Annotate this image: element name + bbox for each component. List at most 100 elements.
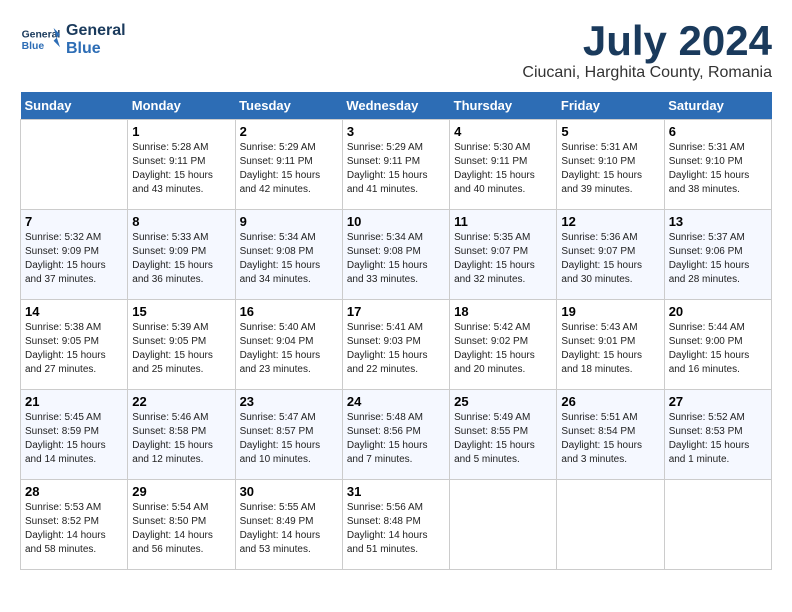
- svg-text:General: General: [22, 30, 60, 41]
- calendar-cell: 6 Sunrise: 5:31 AMSunset: 9:10 PMDaylight…: [664, 120, 771, 210]
- day-info: Sunrise: 5:30 AMSunset: 9:11 PMDaylight:…: [454, 141, 552, 197]
- calendar-cell: 4 Sunrise: 5:30 AMSunset: 9:11 PMDaylight…: [450, 120, 557, 210]
- calendar-week-row: 28Sunrise: 5:53 AMSunset: 8:52 PMDayligh…: [21, 480, 772, 570]
- calendar-cell: 20Sunrise: 5:44 AMSunset: 9:00 PMDayligh…: [664, 300, 771, 390]
- day-info: Sunrise: 5:53 AMSunset: 8:52 PMDaylight:…: [25, 501, 123, 557]
- day-number: 24: [347, 394, 445, 409]
- calendar-header-row: SundayMondayTuesdayWednesdayThursdayFrid…: [21, 92, 772, 120]
- day-info: Sunrise: 5:35 AMSunset: 9:07 PMDaylight:…: [454, 231, 552, 287]
- day-number: 27: [669, 394, 767, 409]
- calendar-cell: 18 Sunrise: 5:42 AMSunset: 9:02 PMDayligh…: [450, 300, 557, 390]
- day-number: 16: [240, 304, 338, 319]
- day-number: 4: [454, 124, 552, 139]
- day-number: 3: [347, 124, 445, 139]
- calendar-cell: 10Sunrise: 5:34 AMSunset: 9:08 PMDayligh…: [342, 210, 449, 300]
- day-number: 21: [25, 394, 123, 409]
- calendar-cell: 17Sunrise: 5:41 AMSunset: 9:03 PMDayligh…: [342, 300, 449, 390]
- month-title: July 2024: [522, 20, 772, 62]
- day-info: Sunrise: 5:28 AMSunset: 9:11 PMDaylight:…: [132, 141, 230, 197]
- calendar-week-row: 1 Sunrise: 5:28 AMSunset: 9:11 PMDaylight…: [21, 120, 772, 210]
- day-number: 8: [132, 214, 230, 229]
- day-number: 6: [669, 124, 767, 139]
- calendar-cell: 25Sunrise: 5:49 AMSunset: 8:55 PMDayligh…: [450, 390, 557, 480]
- calendar-cell: 28Sunrise: 5:53 AMSunset: 8:52 PMDayligh…: [21, 480, 128, 570]
- day-info: Sunrise: 5:46 AMSunset: 8:58 PMDaylight:…: [132, 411, 230, 467]
- weekday-header-sunday: Sunday: [21, 92, 128, 120]
- day-number: 18: [454, 304, 552, 319]
- calendar-cell: [557, 480, 664, 570]
- calendar-cell: 14 Sunrise: 5:38 AMSunset: 9:05 PMDayligh…: [21, 300, 128, 390]
- day-number: 7: [25, 214, 123, 229]
- calendar-cell: 12 Sunrise: 5:36 AMSunset: 9:07 PMDayligh…: [557, 210, 664, 300]
- day-number: 1: [132, 124, 230, 139]
- day-info: Sunrise: 5:54 AMSunset: 8:50 PMDaylight:…: [132, 501, 230, 557]
- calendar-cell: 19 Sunrise: 5:43 AMSunset: 9:01 PMDayligh…: [557, 300, 664, 390]
- day-number: 23: [240, 394, 338, 409]
- day-info: Sunrise: 5:31 AMSunset: 9:10 PMDaylight:…: [561, 141, 659, 197]
- day-number: 11: [454, 214, 552, 229]
- day-number: 26: [561, 394, 659, 409]
- day-info: Sunrise: 5:37 AMSunset: 9:06 PMDaylight:…: [669, 231, 767, 287]
- day-info: Sunrise: 5:42 AMSunset: 9:02 PMDaylight:…: [454, 321, 552, 377]
- logo-blue: Blue: [66, 40, 126, 58]
- day-info: Sunrise: 5:52 AMSunset: 8:53 PMDaylight:…: [669, 411, 767, 467]
- calendar-cell: 24 Sunrise: 5:48 AMSunset: 8:56 PMDayligh…: [342, 390, 449, 480]
- calendar-cell: 2 Sunrise: 5:29 AMSunset: 9:11 PMDaylight…: [235, 120, 342, 210]
- day-info: Sunrise: 5:47 AMSunset: 8:57 PMDaylight:…: [240, 411, 338, 467]
- weekday-header-wednesday: Wednesday: [342, 92, 449, 120]
- day-number: 12: [561, 214, 659, 229]
- day-info: Sunrise: 5:38 AMSunset: 9:05 PMDaylight:…: [25, 321, 123, 377]
- day-info: Sunrise: 5:33 AMSunset: 9:09 PMDaylight:…: [132, 231, 230, 287]
- calendar-cell: [450, 480, 557, 570]
- day-number: 29: [132, 484, 230, 499]
- day-number: 15: [132, 304, 230, 319]
- calendar-week-row: 21Sunrise: 5:45 AMSunset: 8:59 PMDayligh…: [21, 390, 772, 480]
- day-info: Sunrise: 5:31 AMSunset: 9:10 PMDaylight:…: [669, 141, 767, 197]
- title-section: July 2024 Ciucani, Harghita County, Roma…: [522, 20, 772, 82]
- day-info: Sunrise: 5:39 AMSunset: 9:05 PMDaylight:…: [132, 321, 230, 377]
- weekday-header-friday: Friday: [557, 92, 664, 120]
- day-info: Sunrise: 5:29 AMSunset: 9:11 PMDaylight:…: [240, 141, 338, 197]
- calendar-cell: 16 Sunrise: 5:40 AMSunset: 9:04 PMDayligh…: [235, 300, 342, 390]
- weekday-header-saturday: Saturday: [664, 92, 771, 120]
- calendar-cell: 29 Sunrise: 5:54 AMSunset: 8:50 PMDayligh…: [128, 480, 235, 570]
- day-info: Sunrise: 5:29 AMSunset: 9:11 PMDaylight:…: [347, 141, 445, 197]
- weekday-header-monday: Monday: [128, 92, 235, 120]
- calendar-cell: 31 Sunrise: 5:56 AMSunset: 8:48 PMDayligh…: [342, 480, 449, 570]
- calendar-cell: [664, 480, 771, 570]
- calendar-cell: 13 Sunrise: 5:37 AMSunset: 9:06 PMDayligh…: [664, 210, 771, 300]
- day-number: 5: [561, 124, 659, 139]
- page-header: General Blue General Blue July 2024 Ciuc…: [20, 20, 772, 82]
- day-number: 14: [25, 304, 123, 319]
- day-number: 9: [240, 214, 338, 229]
- day-info: Sunrise: 5:41 AMSunset: 9:03 PMDaylight:…: [347, 321, 445, 377]
- day-info: Sunrise: 5:40 AMSunset: 9:04 PMDaylight:…: [240, 321, 338, 377]
- day-number: 13: [669, 214, 767, 229]
- logo-icon: General Blue: [20, 20, 60, 60]
- day-number: 2: [240, 124, 338, 139]
- weekday-header-thursday: Thursday: [450, 92, 557, 120]
- day-number: 19: [561, 304, 659, 319]
- day-number: 25: [454, 394, 552, 409]
- calendar-cell: 21Sunrise: 5:45 AMSunset: 8:59 PMDayligh…: [21, 390, 128, 480]
- day-info: Sunrise: 5:48 AMSunset: 8:56 PMDaylight:…: [347, 411, 445, 467]
- calendar-cell: 1 Sunrise: 5:28 AMSunset: 9:11 PMDaylight…: [128, 120, 235, 210]
- calendar-cell: 15 Sunrise: 5:39 AMSunset: 9:05 PMDayligh…: [128, 300, 235, 390]
- location-title: Ciucani, Harghita County, Romania: [522, 64, 772, 82]
- day-info: Sunrise: 5:34 AMSunset: 9:08 PMDaylight:…: [240, 231, 338, 287]
- calendar-cell: 3 Sunrise: 5:29 AMSunset: 9:11 PMDaylight…: [342, 120, 449, 210]
- day-info: Sunrise: 5:56 AMSunset: 8:48 PMDaylight:…: [347, 501, 445, 557]
- day-number: 30: [240, 484, 338, 499]
- day-info: Sunrise: 5:43 AMSunset: 9:01 PMDaylight:…: [561, 321, 659, 377]
- logo-general: General: [66, 22, 126, 40]
- calendar-week-row: 14 Sunrise: 5:38 AMSunset: 9:05 PMDayligh…: [21, 300, 772, 390]
- calendar-cell: 11 Sunrise: 5:35 AMSunset: 9:07 PMDayligh…: [450, 210, 557, 300]
- calendar-week-row: 7Sunrise: 5:32 AMSunset: 9:09 PMDaylight…: [21, 210, 772, 300]
- day-number: 31: [347, 484, 445, 499]
- day-info: Sunrise: 5:36 AMSunset: 9:07 PMDaylight:…: [561, 231, 659, 287]
- calendar-cell: 23 Sunrise: 5:47 AMSunset: 8:57 PMDayligh…: [235, 390, 342, 480]
- calendar-cell: [21, 120, 128, 210]
- day-number: 22: [132, 394, 230, 409]
- calendar-cell: 30Sunrise: 5:55 AMSunset: 8:49 PMDayligh…: [235, 480, 342, 570]
- day-info: Sunrise: 5:44 AMSunset: 9:00 PMDaylight:…: [669, 321, 767, 377]
